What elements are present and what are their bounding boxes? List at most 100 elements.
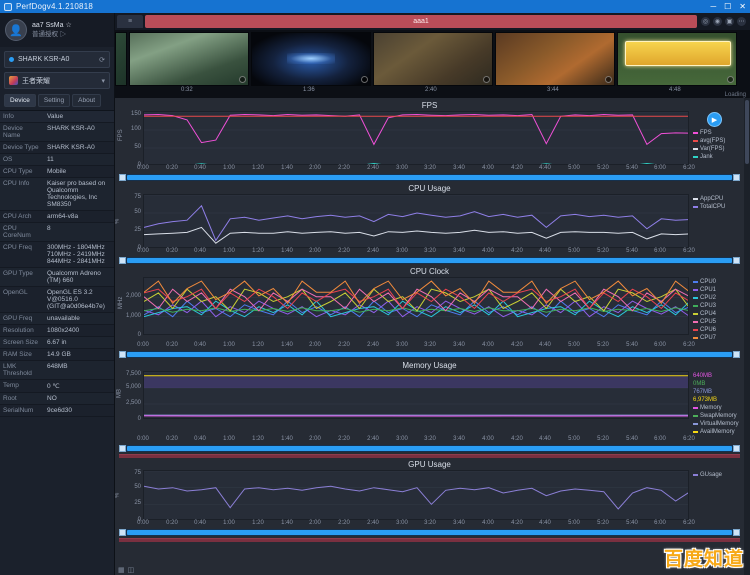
chevron-down-icon[interactable]: ▾ (101, 77, 105, 85)
vertical-scrollbar-thumb[interactable] (745, 100, 749, 164)
x-tick-label: 6:00 (654, 165, 666, 171)
legend-item-appcpu[interactable]: AppCPU (693, 195, 745, 203)
legend-item-cpu1[interactable]: CPU1 (693, 286, 745, 294)
scrollbar-right-handle[interactable] (733, 257, 740, 264)
legend-label: CPU5 (700, 318, 716, 326)
tab-device[interactable]: Device (4, 94, 36, 107)
legend-label: CPU7 (700, 334, 716, 342)
legend-item-cpu3[interactable]: CPU3 (693, 302, 745, 310)
legend-item-memory[interactable]: Memory (693, 404, 745, 412)
thumbnail-camera-icon[interactable] (239, 76, 246, 83)
scrollbar-thumb[interactable] (127, 258, 732, 263)
x-tick-label: 3:20 (424, 342, 436, 348)
scrollbar-thumb[interactable] (127, 530, 732, 535)
scrollbar-left-handle[interactable] (119, 257, 126, 264)
pin-icon[interactable]: ◎ (701, 17, 710, 26)
scrollbar-left-handle[interactable] (119, 351, 126, 358)
legend-item-availmemory[interactable]: AvailMemory (693, 428, 745, 436)
legend-item-avg(fps)[interactable]: avg(FPS) (693, 137, 745, 145)
legend-item-cpu6[interactable]: CPU6 (693, 326, 745, 334)
legend-item-jank[interactable]: Jank (693, 153, 745, 161)
legend-marker-icon (693, 297, 698, 299)
scrollbar-left-handle[interactable] (119, 529, 126, 536)
scrollbar-thumb[interactable] (127, 175, 732, 180)
legend-marker-icon (693, 313, 698, 315)
series-CPU7 (144, 281, 689, 303)
series-CPU0 (144, 301, 689, 317)
legend-item-cpu5[interactable]: CPU5 (693, 318, 745, 326)
scrollbar-thumb[interactable] (127, 352, 732, 357)
thumbnail-camera-icon[interactable] (361, 76, 368, 83)
x-tick-label: 3:00 (396, 520, 408, 526)
collapsed-chart-strip[interactable] (119, 454, 740, 458)
video-thumbnail[interactable] (617, 32, 737, 86)
tab-setting[interactable]: Setting (38, 94, 70, 107)
star-icon[interactable]: ☆ (65, 22, 71, 29)
video-thumbnail[interactable] (373, 32, 493, 86)
scrollbar-right-handle[interactable] (733, 529, 740, 536)
scrollbar-right-handle[interactable] (733, 174, 740, 181)
screenshot-icon[interactable]: ▣ (725, 17, 734, 26)
user-subtitle[interactable]: 普通授权 ▷ (32, 30, 72, 39)
legend-item-cpu0[interactable]: CPU0 (693, 278, 745, 286)
legend-item-virtualmemory[interactable]: VirtualMemory (693, 420, 745, 428)
tab-scroll-button[interactable]: ≡ (117, 15, 143, 28)
horizontal-scrollbar[interactable] (119, 529, 740, 536)
tab-about[interactable]: About (72, 94, 101, 107)
close-button[interactable]: ✕ (739, 0, 746, 13)
video-thumbnail[interactable] (115, 32, 127, 86)
x-tick-label: 3:20 (424, 165, 436, 171)
horizontal-scrollbar[interactable] (119, 351, 740, 358)
session-tab-active[interactable]: aaa1 (145, 15, 697, 28)
app-selector[interactable]: 王者荣耀 ▾ (4, 72, 110, 89)
user-card[interactable]: 👤 aa7 SsMa ☆ 普通授权 ▷ (0, 13, 114, 47)
legend-item-cpu7[interactable]: CPU7 (693, 334, 745, 342)
device-selector-label: SHARK KSR-A0 (18, 56, 95, 63)
scrollbar-right-handle[interactable] (733, 445, 740, 452)
collapsed-chart-strip[interactable] (119, 538, 740, 542)
video-thumbnail[interactable] (129, 32, 249, 86)
legend-item-cpu2[interactable]: CPU2 (693, 294, 745, 302)
compare-icon[interactable]: ◫ (128, 566, 135, 574)
legend-item-gusage[interactable]: GUsage (693, 471, 745, 479)
scrollbar-thumb[interactable] (127, 446, 732, 451)
x-tick-label: 4:00 (482, 342, 494, 348)
x-tick-label: 0:40 (194, 342, 206, 348)
legend-marker-icon (693, 423, 698, 425)
y-tick-label: 0 (138, 416, 141, 422)
legend-item-fps[interactable]: FPS (693, 129, 745, 137)
x-tick-label: 2:20 (338, 520, 350, 526)
video-thumbnail[interactable] (495, 32, 615, 86)
thumbnail-camera-icon[interactable] (727, 76, 734, 83)
maximize-button[interactable]: ☐ (724, 0, 731, 13)
table-row: OS11 (0, 154, 114, 166)
video-thumbnail[interactable] (251, 32, 371, 86)
x-tick-label: 6:00 (654, 436, 666, 442)
record-icon[interactable]: ◉ (713, 17, 722, 26)
device-selector[interactable]: SHARK KSR-A0 ⟳ (4, 51, 110, 68)
scrollbar-left-handle[interactable] (119, 174, 126, 181)
legend-item-var(fps)[interactable]: Var(FPS) (693, 145, 745, 153)
legend-item-cpu4[interactable]: CPU4 (693, 310, 745, 318)
x-tick-label: 1:20 (252, 520, 264, 526)
x-tick-label: 3:40 (453, 520, 465, 526)
refresh-icon[interactable]: ⟳ (99, 56, 105, 64)
legend-item-totalcpu[interactable]: TotalCPU (693, 203, 745, 211)
scrollbar-right-handle[interactable] (733, 351, 740, 358)
play-button[interactable]: ▶ (707, 112, 722, 127)
legend-item-swapmemory[interactable]: SwapMemory (693, 412, 745, 420)
thumbnail-camera-icon[interactable] (483, 76, 490, 83)
x-axis-labels: 0:000:200:401:001:201:402:002:202:403:00… (143, 342, 689, 350)
grid-icon[interactable]: ▦ (118, 566, 125, 574)
x-tick-label: 4:00 (482, 165, 494, 171)
more-icon[interactable]: ⋯ (737, 17, 746, 26)
horizontal-scrollbar[interactable] (119, 174, 740, 181)
x-axis-labels: 0:000:200:401:001:201:402:002:202:403:00… (143, 248, 689, 256)
vertical-scrollbar[interactable] (744, 98, 750, 575)
scrollbar-left-handle[interactable] (119, 445, 126, 452)
thumbnail-camera-icon[interactable] (605, 76, 612, 83)
minimize-button[interactable]: ─ (710, 0, 716, 13)
horizontal-scrollbar[interactable] (119, 257, 740, 264)
legend-label: SwapMemory (700, 412, 737, 420)
horizontal-scrollbar[interactable] (119, 445, 740, 452)
